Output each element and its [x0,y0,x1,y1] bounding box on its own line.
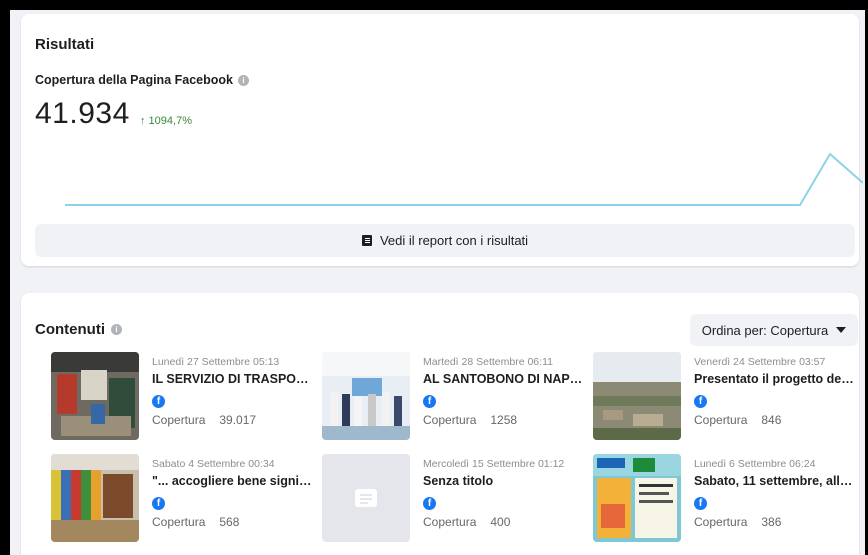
post-meta: Venerdì 24 Settembre 03:57 Presentato il… [694,356,859,427]
reach-label: Copertura [152,515,206,529]
post-meta: Sabato 4 Settembre 00:34 "... accogliere… [152,458,317,529]
post-date: Lunedì 6 Settembre 06:24 [694,458,816,470]
metric-value: 41.934 [35,97,130,130]
post-meta: Martedì 28 Settembre 06:11 AL SANTOBONO … [423,356,588,427]
post-date: Venerdì 24 Settembre 03:57 [694,356,826,368]
reach-value: 568 [219,515,240,529]
sort-dropdown[interactable]: Ordina per: Copertura [690,314,858,346]
facebook-icon: f [423,395,436,408]
post-item[interactable]: Venerdì 24 Settembre 03:57 Presentato il… [593,352,854,442]
report-icon [361,235,372,246]
post-thumbnail [51,352,139,440]
post-title[interactable]: AL SANTOBONO DI NAPOLI [423,372,583,386]
post-item[interactable]: Lunedì 6 Settembre 06:24 Sabato, 11 sett… [593,454,853,544]
post-stat: Copertura 386 [694,515,859,529]
post-title[interactable]: "... accogliere bene signifi... [152,474,312,488]
sort-label: Ordina per: Copertura [701,322,829,338]
reach-value: 39.017 [219,413,257,427]
reach-label: Copertura [423,413,477,427]
reach-value: 846 [761,413,782,427]
post-item[interactable]: Mercoledì 15 Settembre 01:12 Senza titol… [322,454,582,544]
facebook-icon: f [694,497,707,510]
reach-value: 400 [490,515,511,529]
post-thumbnail [593,454,681,542]
content-card: Contenuti i Ordina per: Copertura Lunedì… [21,293,859,555]
metric-delta: ↑ 1094,7% [140,115,192,127]
post-item[interactable]: Sabato 4 Settembre 00:34 "... accogliere… [51,454,312,544]
facebook-icon: f [152,497,165,510]
reach-label: Copertura [152,413,206,427]
post-meta: Lunedì 27 Settembre 05:13 IL SERVIZIO DI… [152,356,317,427]
post-title[interactable]: Presentato il progetto del … [694,372,854,386]
post-date: Lunedì 27 Settembre 05:13 [152,356,280,368]
metric-label-text: Copertura della Pagina Facebook [35,73,233,87]
post-stat: Copertura 568 [152,515,317,529]
view-report-button[interactable]: Vedi il report con i risultati [35,224,855,257]
reach-value: 1258 [490,413,518,427]
post-thumbnail [51,454,139,542]
post-stat: Copertura 39.017 [152,413,317,427]
post-stat: Copertura 1258 [423,413,588,427]
reach-trend-line [65,152,863,206]
post-thumbnail [322,352,410,440]
post-thumbnail [322,454,410,542]
reach-label: Copertura [423,515,477,529]
app-frame: Risultati Copertura della Pagina Faceboo… [0,0,868,555]
facebook-icon: f [423,497,436,510]
info-icon[interactable]: i [237,74,249,86]
post-title[interactable]: IL SERVIZIO DI TRASPORTO [152,372,312,386]
post-title[interactable]: Sabato, 11 settembre, all… [694,474,854,488]
post-stat: Copertura 400 [423,515,588,529]
post-date: Martedì 28 Settembre 06:11 [423,356,553,368]
post-date: Sabato 4 Settembre 00:34 [152,458,275,470]
post-stat: Copertura 846 [694,413,859,427]
post-title[interactable]: Senza titolo [423,474,583,488]
post-date: Mercoledì 15 Settembre 01:12 [423,458,565,470]
reach-label: Copertura [694,413,748,427]
content-title: Contenuti i [35,321,122,338]
post-item[interactable]: Lunedì 27 Settembre 05:13 IL SERVIZIO DI… [51,352,312,442]
post-item[interactable]: Martedì 28 Settembre 06:11 AL SANTOBONO … [322,352,583,442]
info-icon[interactable]: i [110,324,122,335]
metric-label: Copertura della Pagina Facebook i [35,73,249,87]
results-card: Risultati Copertura della Pagina Faceboo… [21,14,863,266]
results-title: Risultati [35,36,95,53]
post-meta: Mercoledì 15 Settembre 01:12 Senza titol… [423,458,588,529]
post-meta: Lunedì 6 Settembre 06:24 Sabato, 11 sett… [694,458,859,529]
post-thumbnail [593,352,681,440]
reach-label: Copertura [694,515,748,529]
reach-value: 386 [761,515,782,529]
facebook-icon: f [694,395,707,408]
facebook-icon: f [152,395,165,408]
content-title-text: Contenuti [35,321,105,338]
text-post-icon [355,489,377,507]
view-report-label: Vedi il report con i risultati [379,233,529,248]
caret-down-icon [836,327,847,333]
